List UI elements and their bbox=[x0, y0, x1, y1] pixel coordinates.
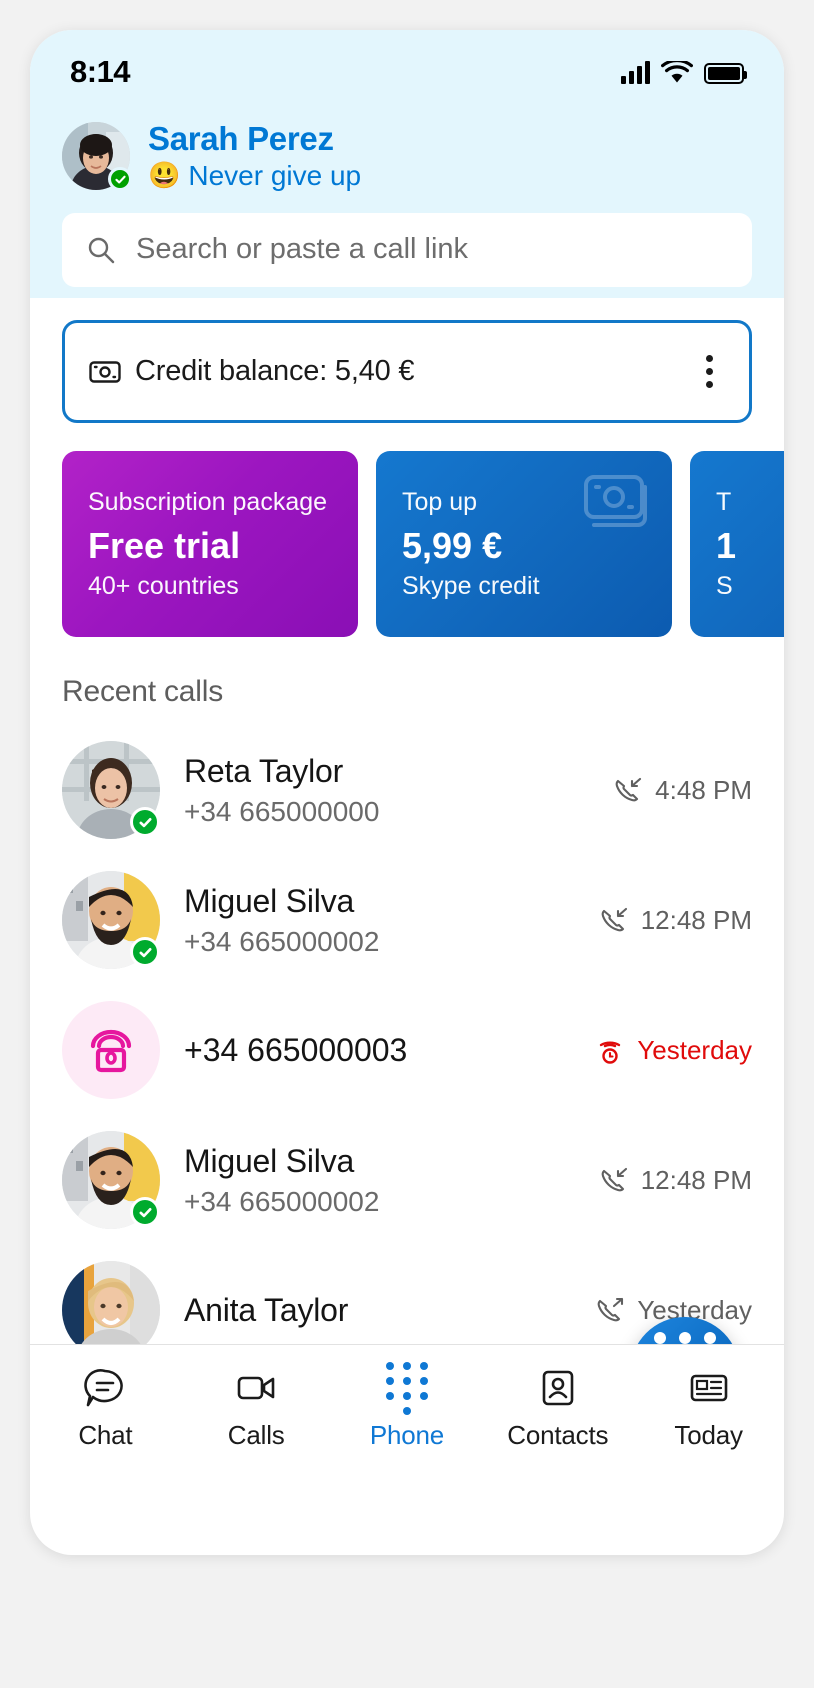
call-info: Anita Taylor bbox=[184, 1290, 571, 1330]
call-time: 12:48 PM bbox=[640, 1164, 752, 1195]
recent-calls-title: Recent calls bbox=[62, 675, 224, 708]
mood-text: Never give up bbox=[188, 159, 362, 191]
nav-tab-contacts[interactable]: Contacts bbox=[482, 1367, 633, 1451]
presence-online-badge bbox=[130, 1197, 160, 1227]
nav-tab-calls[interactable]: Calls bbox=[181, 1367, 332, 1451]
status-bar-clock: 8:14 bbox=[70, 54, 131, 89]
mood-emoji: 😃 bbox=[148, 160, 181, 191]
nav-tab-phone[interactable]: Phone bbox=[332, 1361, 483, 1451]
money-icon bbox=[89, 360, 121, 383]
dialpad-icon bbox=[385, 1361, 428, 1415]
news-icon bbox=[688, 1367, 730, 1409]
promo-card-topup[interactable]: Top up 5,99 € Skype credit bbox=[376, 451, 672, 637]
nav-tab-today[interactable]: Today bbox=[633, 1367, 784, 1451]
cellular-signal-icon bbox=[621, 60, 650, 84]
promo-card-kicker: Subscription package bbox=[88, 487, 328, 516]
profile-mood: 😃 Never give up bbox=[148, 159, 361, 193]
battery-full-icon bbox=[704, 62, 747, 84]
call-number: +34 665000002 bbox=[184, 926, 380, 958]
call-list-item[interactable]: Reta Taylor +34 665000000 4:48 PM bbox=[30, 725, 784, 855]
call-name: Reta Taylor bbox=[184, 753, 344, 790]
nav-label: Phone bbox=[369, 1420, 445, 1450]
promo-card-sub: Skype credit bbox=[402, 572, 540, 601]
nav-label: Today bbox=[674, 1420, 743, 1450]
call-incoming-icon bbox=[615, 777, 642, 802]
search-bar[interactable] bbox=[62, 212, 752, 287]
call-outgoing-icon bbox=[597, 1297, 624, 1322]
nav-label: Chat bbox=[78, 1420, 133, 1450]
profile-block[interactable]: Sarah Perez 😃 Never give up bbox=[62, 120, 752, 193]
call-name: Anita Taylor bbox=[184, 1292, 349, 1328]
promo-card-main: Free trial bbox=[88, 524, 241, 566]
call-time: 12:48 PM bbox=[640, 904, 752, 935]
presence-online-badge bbox=[108, 167, 132, 192]
status-bar-icons bbox=[621, 60, 747, 84]
promo-card-third-clipped[interactable]: T 1 S bbox=[690, 451, 784, 637]
wifi-icon bbox=[661, 60, 693, 82]
call-name: Miguel Silva bbox=[184, 1143, 355, 1180]
promo-card-subscription[interactable]: Subscription package Free trial 40+ coun… bbox=[62, 451, 358, 637]
search-icon bbox=[88, 237, 115, 263]
credit-balance-label: Credit balance: 5,40 € bbox=[135, 355, 415, 387]
more-vertical-icon[interactable] bbox=[696, 349, 723, 394]
call-meta: 12:48 PM bbox=[599, 905, 752, 936]
call-info: +34 665000003 bbox=[184, 1031, 571, 1069]
call-meta: Yesterday bbox=[595, 1035, 752, 1066]
call-list-item[interactable]: Miguel Silva +34 665000002 12:48 PM bbox=[30, 1115, 784, 1245]
call-avatar bbox=[62, 871, 160, 969]
promo-card-sub: 40+ countries bbox=[88, 572, 239, 601]
call-info: Miguel Silva +34 665000002 bbox=[184, 881, 575, 959]
nav-label: Contacts bbox=[507, 1420, 609, 1450]
call-avatar bbox=[62, 1001, 160, 1099]
credit-balance-card[interactable]: Credit balance: 5,40 € bbox=[62, 320, 752, 423]
main-content: Credit balance: 5,40 € Subscription pack… bbox=[30, 320, 784, 1477]
promo-card-sub: S bbox=[716, 572, 733, 601]
call-meta: 12:48 PM bbox=[599, 1165, 752, 1196]
call-avatar bbox=[62, 1131, 160, 1229]
profile-name: Sarah Perez bbox=[148, 120, 334, 157]
bottom-navigation: Chat Calls Phone Contacts Today bbox=[30, 1344, 784, 1477]
presence-online-badge bbox=[130, 807, 160, 837]
call-incoming-icon bbox=[601, 1167, 627, 1192]
call-missed-icon bbox=[600, 1041, 621, 1064]
app-header: 8:14 Sarah Perez 😃 Never give up Search … bbox=[30, 30, 784, 298]
nav-tab-chat[interactable]: Chat bbox=[30, 1367, 181, 1451]
promo-card-kicker: T bbox=[716, 487, 732, 516]
call-info: Miguel Silva +34 665000002 bbox=[184, 1141, 575, 1219]
nav-label: Calls bbox=[227, 1420, 285, 1450]
profile-text: Sarah Perez 😃 Never give up bbox=[148, 120, 361, 193]
promo-card-main: 1 bbox=[716, 524, 737, 566]
call-number: +34 665000000 bbox=[184, 796, 380, 828]
status-bar: 8:14 bbox=[62, 30, 752, 114]
credit-balance-left: Credit balance: 5,40 € bbox=[89, 355, 415, 388]
call-list-item[interactable]: Miguel Silva +34 665000002 12:48 PM bbox=[30, 855, 784, 985]
contact-card-icon bbox=[537, 1367, 579, 1409]
landline-phone-icon bbox=[62, 1001, 160, 1099]
call-time: 4:48 PM bbox=[655, 774, 752, 805]
call-meta: 4:48 PM bbox=[613, 775, 752, 806]
profile-avatar[interactable] bbox=[62, 122, 132, 192]
call-list-item[interactable]: +34 665000003 Yesterday bbox=[30, 985, 784, 1115]
call-number: +34 665000002 bbox=[184, 1186, 380, 1218]
call-number: +34 665000003 bbox=[184, 1031, 408, 1068]
phone-frame: 8:14 Sarah Perez 😃 Never give up Search … bbox=[30, 30, 784, 1555]
recent-calls-list: Reta Taylor +34 665000000 4:48 PM Miguel… bbox=[30, 725, 784, 1375]
call-time: Yesterday bbox=[637, 1034, 752, 1065]
presence-online-badge bbox=[130, 937, 160, 967]
video-camera-icon bbox=[235, 1367, 277, 1409]
call-name: Miguel Silva bbox=[184, 883, 355, 920]
promo-card-carousel[interactable]: Subscription package Free trial 40+ coun… bbox=[30, 451, 784, 637]
search-input[interactable] bbox=[136, 233, 728, 267]
call-info: Reta Taylor +34 665000000 bbox=[184, 751, 589, 829]
call-incoming-icon bbox=[601, 907, 627, 932]
chat-bubble-icon bbox=[84, 1367, 126, 1409]
call-avatar bbox=[62, 741, 160, 839]
promo-card-kicker: Top up bbox=[402, 487, 478, 516]
